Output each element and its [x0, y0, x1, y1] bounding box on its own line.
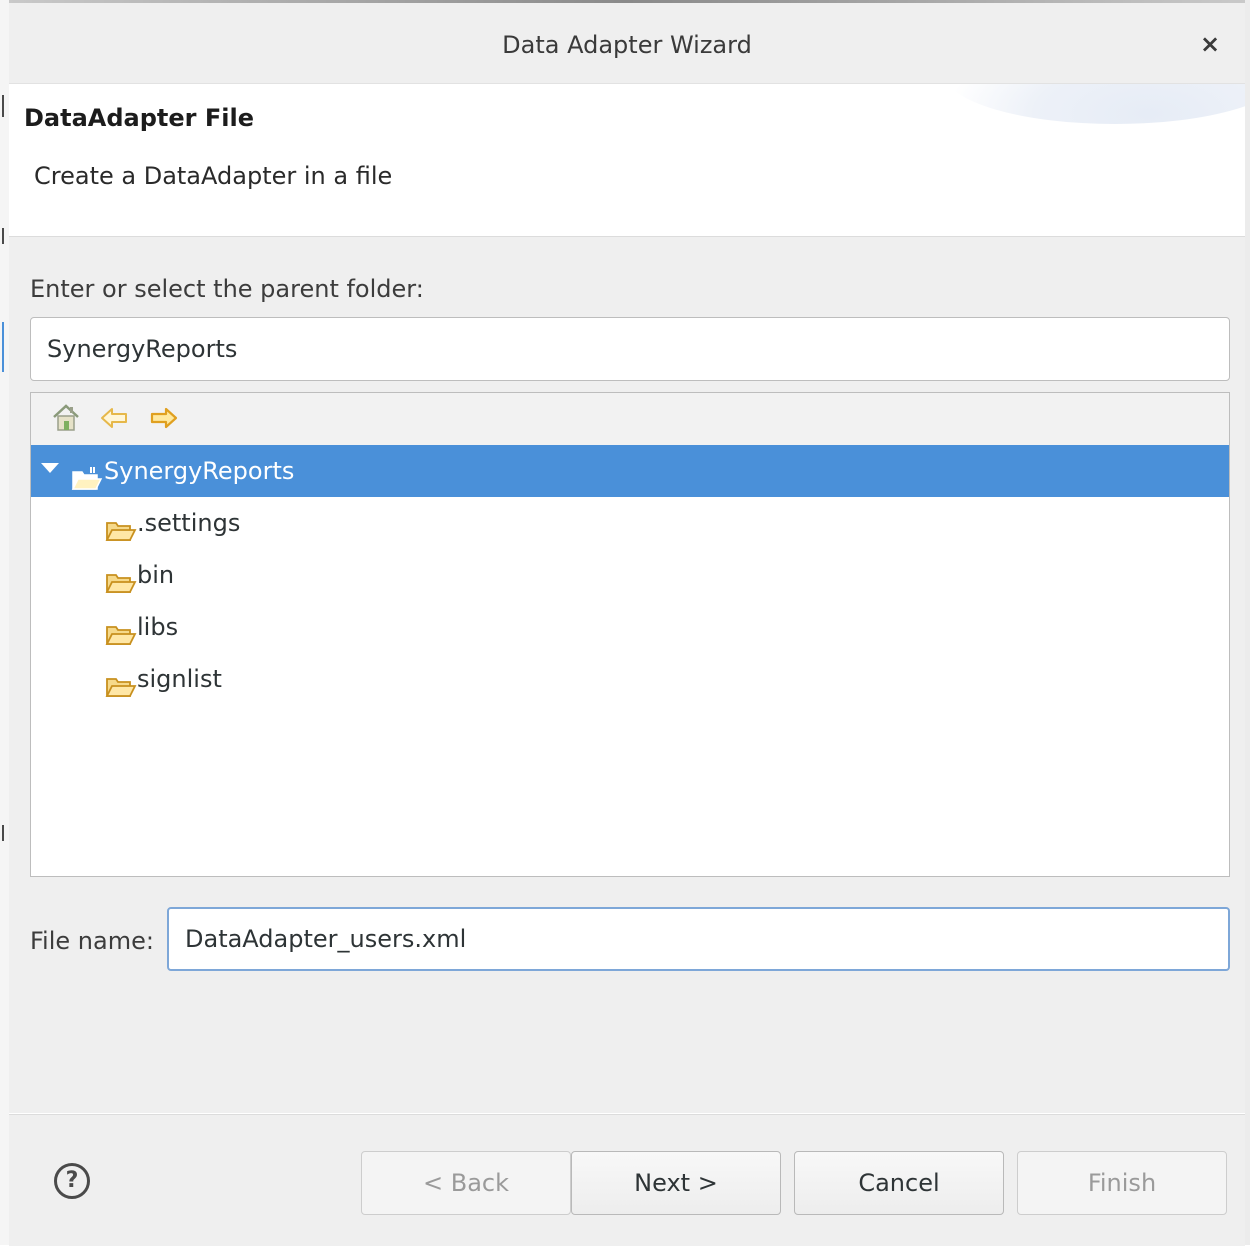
- wizard-banner: DataAdapter File Create a DataAdapter in…: [9, 84, 1245, 237]
- file-name-input[interactable]: [167, 907, 1230, 971]
- wizard-dialog: Data Adapter Wizard × DataAdapter File C…: [0, 0, 1250, 1246]
- tree-item-synergyreports[interactable]: SynergyReports: [31, 445, 1229, 497]
- parent-folder-label: Enter or select the parent folder:: [30, 275, 424, 303]
- tree-item-bin[interactable]: bin: [31, 549, 1229, 601]
- next-button[interactable]: Next >: [571, 1151, 781, 1215]
- tree-item-settings[interactable]: .settings: [31, 497, 1229, 549]
- close-icon[interactable]: ×: [1197, 31, 1223, 57]
- wizard-content: Enter or select the parent folder: Syner…: [9, 237, 1245, 1113]
- tree-item-signlist[interactable]: signlist: [31, 653, 1229, 705]
- title-bar: Data Adapter Wizard ×: [9, 3, 1245, 84]
- tree-item-label: libs: [137, 613, 179, 641]
- file-name-label: File name:: [30, 927, 154, 955]
- window-title: Data Adapter Wizard: [502, 31, 752, 59]
- tree-toolbar: [31, 393, 1229, 445]
- cancel-button[interactable]: Cancel: [794, 1151, 1004, 1215]
- home-icon[interactable]: [51, 402, 81, 434]
- project-folder-icon: [71, 458, 103, 490]
- tree-item-label: .settings: [137, 509, 241, 537]
- folder-icon: [105, 510, 137, 541]
- expander-arrow-icon[interactable]: [41, 463, 59, 473]
- back-arrow-icon[interactable]: [99, 402, 129, 434]
- tree-item-label: signlist: [137, 665, 222, 693]
- forward-arrow-icon[interactable]: [149, 402, 179, 434]
- window-left-edge: [0, 0, 9, 1245]
- folder-tree[interactable]: SynergyReports .settings bin libs signli…: [30, 392, 1230, 877]
- folder-icon: [105, 666, 137, 697]
- help-icon[interactable]: ?: [54, 1163, 90, 1199]
- folder-icon: [105, 562, 137, 593]
- tree-item-label: bin: [137, 561, 175, 589]
- tree-item-libs[interactable]: libs: [31, 601, 1229, 653]
- page-description: Create a DataAdapter in a file: [34, 162, 393, 190]
- finish-button[interactable]: Finish: [1017, 1151, 1227, 1215]
- tree-item-label: SynergyReports: [104, 457, 295, 485]
- parent-folder-input[interactable]: [30, 317, 1230, 381]
- button-bar: ? < Back Next > Cancel Finish: [9, 1114, 1245, 1246]
- window-right-edge: [1245, 0, 1250, 1245]
- folder-icon: [105, 614, 137, 645]
- banner-decoration: [945, 84, 1245, 124]
- back-button[interactable]: < Back: [361, 1151, 571, 1215]
- page-title: DataAdapter File: [24, 104, 254, 132]
